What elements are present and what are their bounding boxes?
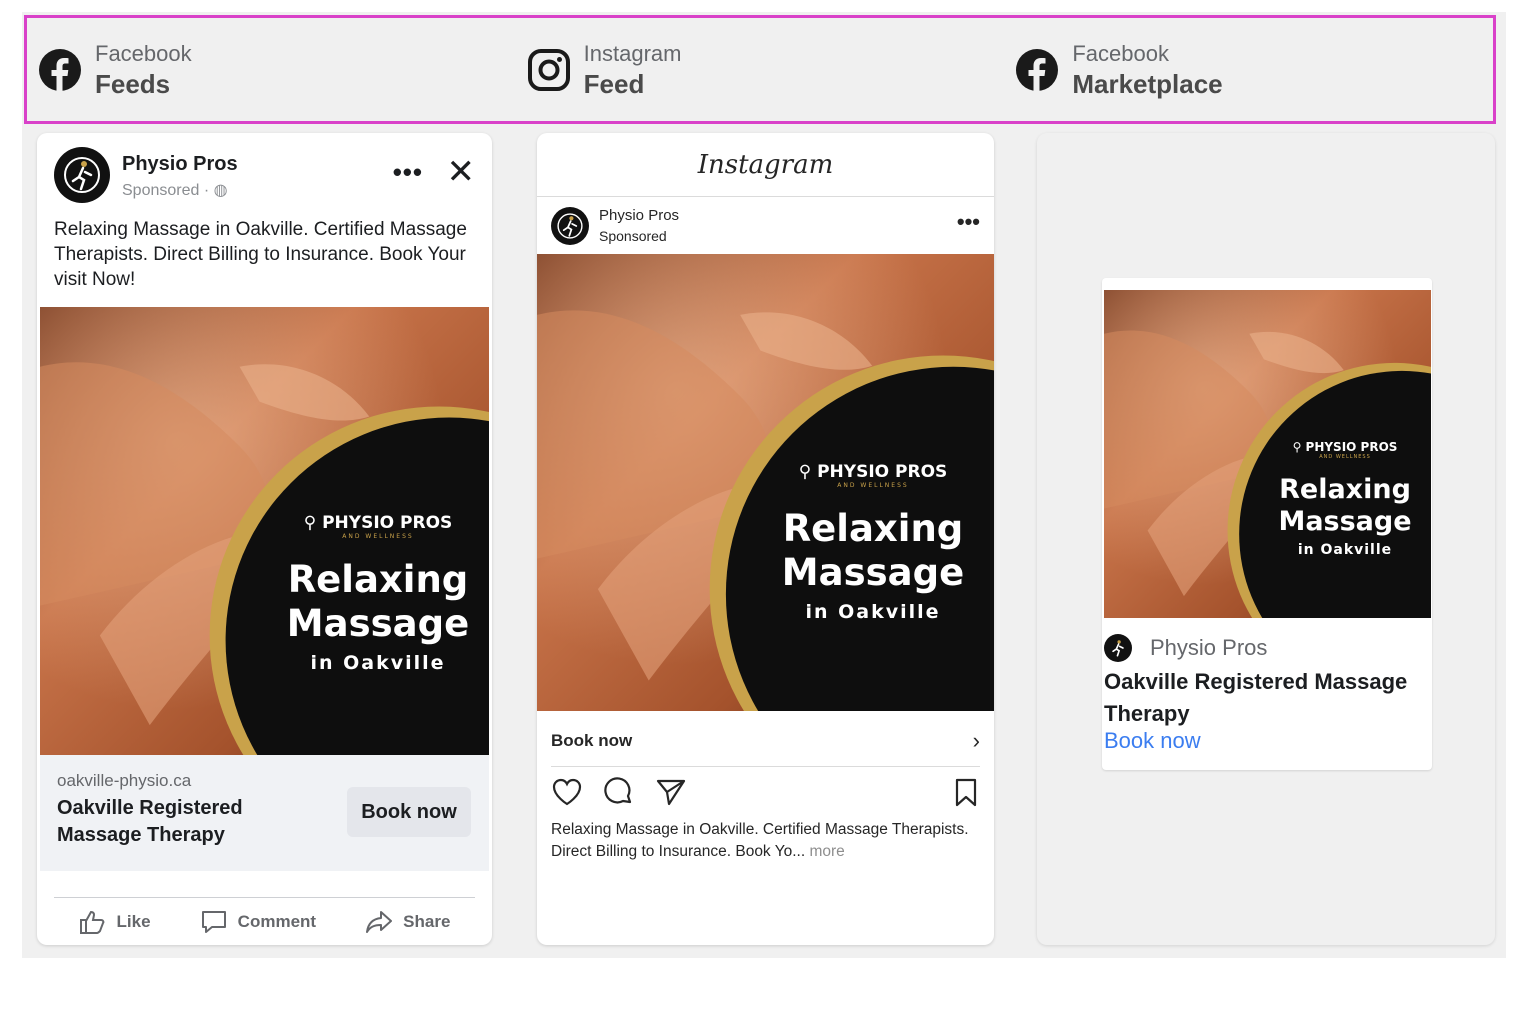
instagram-feed-preview: Instagram Physio Pros Sponsored ••• ⚲ PH… <box>537 133 994 945</box>
creative-line: Relaxing <box>287 558 469 601</box>
brand-subtitle: AND WELLNESS <box>1319 454 1371 460</box>
globe-icon: ◍ <box>213 182 228 199</box>
ad-creative-text: ⚲ PHYSIO PROS AND WELLNESS Relaxing Mass… <box>272 513 484 674</box>
chevron-right-icon: › <box>972 727 980 753</box>
comment-icon <box>201 910 226 933</box>
brand-subtitle: AND WELLNESS <box>342 533 414 540</box>
thumbs-up-icon <box>79 910 104 934</box>
creative-line: Massage <box>286 602 470 645</box>
bookmark-icon[interactable] <box>952 777 980 812</box>
post-actions: Like Comment Share <box>54 897 475 945</box>
facebook-icon <box>37 47 83 93</box>
brand-logo: ⚲ PHYSIO PROS <box>1292 440 1398 454</box>
marketplace-ad-card[interactable]: ⚲ PHYSIO PROS AND WELLNESS Relaxing Mass… <box>1102 278 1432 770</box>
ad-creative-image[interactable]: ⚲ PHYSIO PROS AND WELLNESS Relaxing Mass… <box>40 307 489 755</box>
book-now-bar[interactable]: Book now › <box>551 715 980 767</box>
book-now-link[interactable]: Book now <box>1104 728 1201 754</box>
sponsored-label: Sponsored <box>599 228 667 244</box>
placement-header: Facebook Feeds Instagram Feed Facebook M… <box>24 15 1496 124</box>
post-header: Physio Pros Sponsored · ◍ ••• ✕ <box>54 147 475 205</box>
link-footer[interactable]: oakville-physio.ca Oakville Registered M… <box>40 755 489 871</box>
instagram-icon <box>526 47 572 93</box>
like-button[interactable]: Like <box>79 909 151 935</box>
instagram-logo: Instagram <box>697 149 834 180</box>
comment-icon[interactable] <box>603 777 635 812</box>
placement-platform: Instagram <box>583 40 682 66</box>
placement-platform: Facebook <box>95 40 192 66</box>
ad-headline: Oakville Registered Massage Therapy <box>1104 669 1408 726</box>
page-name[interactable]: Physio Pros <box>599 207 679 224</box>
page-row: Physio Pros <box>1104 634 1267 662</box>
creative-line: Relaxing <box>1279 474 1411 505</box>
placement-platform: Facebook <box>1072 40 1169 66</box>
creative-line: in Oakville <box>805 601 941 623</box>
sponsored-label: Sponsored · ◍ <box>122 182 228 199</box>
avatar[interactable] <box>1104 634 1132 662</box>
ad-creative-image[interactable]: ⚲ PHYSIO PROS AND WELLNESS Relaxing Mass… <box>537 254 994 711</box>
caption-more-link[interactable]: more <box>809 843 844 860</box>
brand-logo: ⚲ PHYSIO PROS <box>798 462 948 482</box>
facebook-icon <box>1014 47 1060 93</box>
instagram-top-bar: Instagram <box>537 133 994 197</box>
book-now-button[interactable]: Book now <box>347 787 471 837</box>
comment-button[interactable]: Comment <box>200 909 316 935</box>
post-caption: Relaxing Massage in Oakville. Certified … <box>551 821 969 860</box>
creative-line: Massage <box>1278 506 1412 537</box>
book-now-label: Book now <box>551 730 633 750</box>
placement-facebook-marketplace[interactable]: Facebook Marketplace <box>1004 18 1493 121</box>
post-header: Physio Pros Sponsored ••• <box>551 205 980 249</box>
more-options-button[interactable]: ••• <box>393 157 423 188</box>
more-options-button[interactable]: ••• <box>957 209 980 235</box>
placement-facebook-feeds[interactable]: Facebook Feeds <box>27 18 516 121</box>
link-domain: oakville-physio.ca <box>57 771 192 790</box>
ad-creative-text: ⚲ PHYSIO PROS AND WELLNESS Relaxing Mass… <box>765 462 981 623</box>
ad-creative-image[interactable]: ⚲ PHYSIO PROS AND WELLNESS Relaxing Mass… <box>1104 290 1431 618</box>
page-name[interactable]: Physio Pros <box>122 153 238 176</box>
heart-icon[interactable] <box>551 777 583 812</box>
share-button[interactable]: Share <box>365 909 450 935</box>
creative-line: in Oakville <box>310 652 446 674</box>
share-icon <box>366 910 393 933</box>
creative-line: Massage <box>781 551 965 594</box>
avatar[interactable] <box>54 147 110 203</box>
brand-subtitle: AND WELLNESS <box>837 482 909 489</box>
brand-logo: ⚲ PHYSIO PROS <box>303 513 453 533</box>
placement-instagram-feed[interactable]: Instagram Feed <box>516 18 1005 121</box>
close-button[interactable]: ✕ <box>447 155 476 189</box>
creative-line: Relaxing <box>782 507 964 550</box>
send-icon[interactable] <box>655 777 687 812</box>
avatar[interactable] <box>551 207 589 245</box>
page-name[interactable]: Physio Pros <box>1150 635 1267 661</box>
facebook-feed-preview: Physio Pros Sponsored · ◍ ••• ✕ Relaxing… <box>37 133 492 945</box>
ad-headline: Oakville Registered Massage Therapy <box>57 797 243 846</box>
placement-position: Marketplace <box>1072 68 1223 99</box>
post-actions <box>551 777 980 813</box>
placement-position: Feed <box>583 68 645 99</box>
post-body-text: Relaxing Massage in Oakville. Certified … <box>54 219 467 290</box>
ad-creative-text: ⚲ PHYSIO PROS AND WELLNESS Relaxing Mass… <box>1264 440 1426 558</box>
placement-position: Feeds <box>95 68 171 99</box>
creative-line: in Oakville <box>1297 542 1393 558</box>
